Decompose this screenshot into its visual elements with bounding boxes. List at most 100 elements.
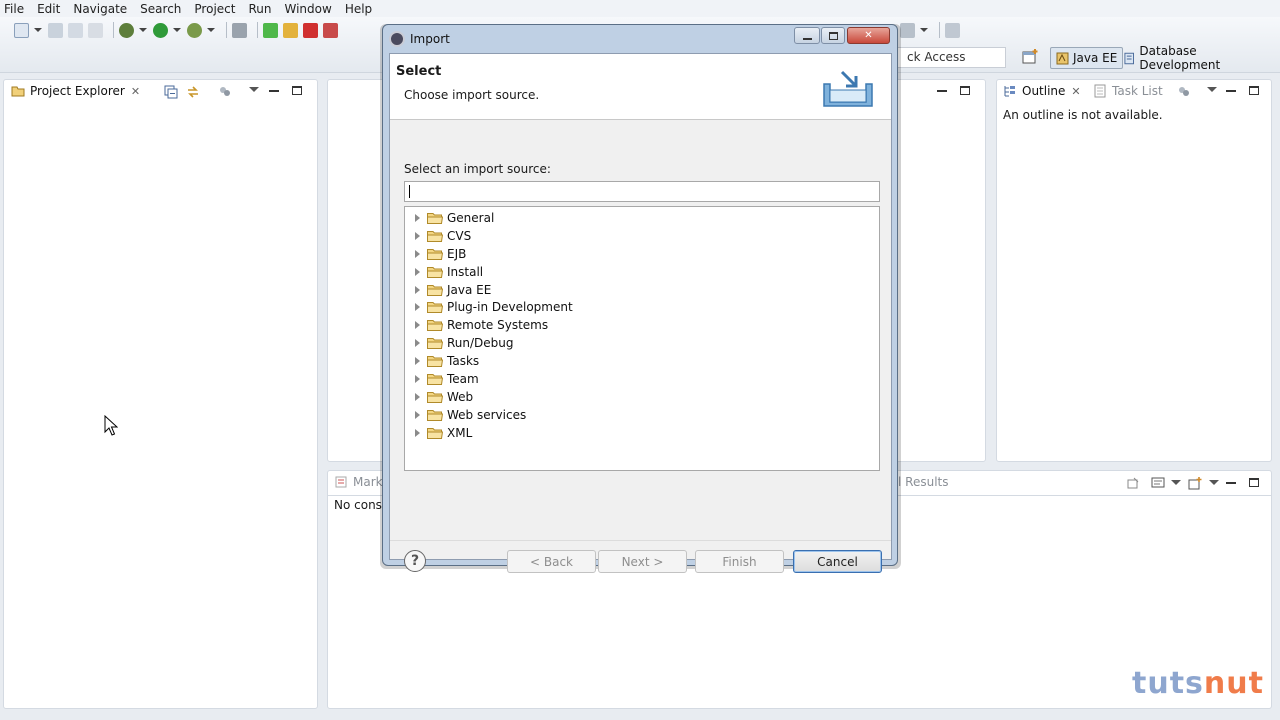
import-source-filter-input[interactable]: [404, 181, 880, 202]
maximize-icon[interactable]: [960, 86, 970, 95]
next-button[interactable]: Next >: [598, 550, 687, 573]
filter-icon[interactable]: [1177, 85, 1191, 99]
display-console-icon[interactable]: [1151, 476, 1165, 490]
folder-icon: [427, 212, 443, 224]
expand-arrow-icon[interactable]: [415, 249, 420, 258]
back-button[interactable]: < Back: [507, 550, 596, 573]
expand-arrow-icon[interactable]: [415, 392, 420, 401]
tab-search-results[interactable]: l Results: [898, 475, 948, 489]
run-dropdown-icon[interactable]: [173, 28, 181, 32]
run-icon[interactable]: [153, 22, 168, 38]
terminate-icon[interactable]: [303, 22, 318, 38]
wizard-page-title: Select: [396, 64, 442, 79]
minimize-icon[interactable]: [269, 90, 279, 92]
minimize-window-button[interactable]: [794, 27, 820, 44]
resume-icon[interactable]: [263, 22, 278, 38]
close-icon[interactable]: ✕: [131, 85, 140, 98]
menu-window[interactable]: Window: [284, 2, 331, 16]
suspend-icon[interactable]: [283, 22, 298, 38]
tree-item[interactable]: CVS: [405, 227, 879, 245]
tree-item[interactable]: EJB: [405, 245, 879, 263]
close-window-icon: ✕: [864, 30, 873, 41]
minimize-icon[interactable]: [1226, 482, 1236, 484]
menu-project[interactable]: Project: [194, 2, 235, 16]
expand-arrow-icon[interactable]: [415, 339, 420, 348]
menu-run[interactable]: Run: [248, 2, 271, 16]
navigate-icon[interactable]: [900, 22, 915, 38]
close-icon[interactable]: ✕: [1071, 85, 1080, 98]
cancel-button-label: Cancel: [817, 554, 858, 569]
expand-arrow-icon[interactable]: [415, 267, 420, 276]
tab-project-explorer[interactable]: Project Explorer ✕: [11, 84, 140, 98]
link-with-editor-icon[interactable]: [186, 85, 200, 99]
tree-item[interactable]: Java EE: [405, 281, 879, 299]
debug-dropdown-icon[interactable]: [139, 28, 147, 32]
cancel-button[interactable]: Cancel: [793, 550, 882, 573]
perspective-java-ee[interactable]: Java EE: [1050, 47, 1124, 69]
expand-arrow-icon[interactable]: [415, 321, 420, 330]
open-console-dropdown-icon[interactable]: [1209, 480, 1219, 485]
maximize-icon[interactable]: [292, 86, 302, 95]
tree-item[interactable]: XML: [405, 424, 879, 442]
external-tools-icon[interactable]: [187, 22, 202, 38]
wizard-page-description: Choose import source.: [404, 88, 540, 102]
pin-console-icon[interactable]: [1126, 476, 1140, 490]
menu-help[interactable]: Help: [345, 2, 372, 16]
new-icon[interactable]: [14, 22, 29, 38]
close-window-button[interactable]: ✕: [847, 27, 890, 44]
tab-task-list[interactable]: Task List: [1093, 84, 1163, 98]
expand-arrow-icon[interactable]: [415, 374, 420, 383]
skip-breakpoints-icon[interactable]: [232, 22, 247, 38]
expand-arrow-icon[interactable]: [415, 285, 420, 294]
expand-arrow-icon[interactable]: [415, 357, 420, 366]
save-icon[interactable]: [48, 22, 63, 38]
database-icon: [1124, 52, 1134, 64]
external-tools-dropdown-icon[interactable]: [207, 28, 215, 32]
tree-item[interactable]: Install: [405, 263, 879, 281]
import-source-tree[interactable]: General CVS EJB Install Java EE Plug-in Devel…: [404, 206, 880, 471]
open-console-icon[interactable]: [1188, 476, 1202, 490]
menu-file[interactable]: File: [4, 2, 24, 16]
filter-icon[interactable]: [218, 85, 232, 99]
tree-item[interactable]: Web: [405, 388, 879, 406]
debug-icon[interactable]: [119, 22, 134, 38]
tree-item[interactable]: General: [405, 209, 879, 227]
disconnect-icon[interactable]: [323, 22, 338, 38]
expand-arrow-icon[interactable]: [415, 231, 420, 240]
tree-item[interactable]: Web services: [405, 406, 879, 424]
collapse-all-icon[interactable]: [164, 85, 178, 99]
menu-edit[interactable]: Edit: [37, 2, 60, 16]
print-icon[interactable]: [88, 22, 103, 38]
perspective-java-ee-label: Java EE: [1073, 51, 1118, 65]
tree-item[interactable]: Run/Debug: [405, 334, 879, 352]
expand-arrow-icon[interactable]: [415, 213, 420, 222]
tab-outline[interactable]: Outline ✕: [1003, 84, 1081, 98]
tree-item[interactable]: Plug-in Development: [405, 298, 879, 316]
menu-navigate[interactable]: Navigate: [73, 2, 127, 16]
navigate-dropdown-icon[interactable]: [920, 28, 928, 32]
maximize-icon[interactable]: [1249, 86, 1259, 95]
minimize-icon[interactable]: [937, 90, 947, 92]
open-perspective-icon[interactable]: [1022, 48, 1040, 66]
help-button[interactable]: ?: [404, 550, 426, 572]
perspective-database-development[interactable]: Database Development: [1118, 44, 1280, 72]
expand-arrow-icon[interactable]: [415, 410, 420, 419]
tree-item[interactable]: Team: [405, 370, 879, 388]
finish-button[interactable]: Finish: [695, 550, 784, 573]
minimize-window-icon: [802, 37, 812, 40]
tree-item[interactable]: Remote Systems: [405, 316, 879, 334]
expand-arrow-icon[interactable]: [415, 428, 420, 437]
folder-icon: [427, 409, 443, 421]
menu-search[interactable]: Search: [140, 2, 181, 16]
pin-icon[interactable]: [945, 22, 960, 38]
expand-arrow-icon[interactable]: [415, 303, 420, 312]
tree-item[interactable]: Tasks: [405, 352, 879, 370]
maximize-window-button[interactable]: [821, 27, 845, 44]
new-dropdown-icon[interactable]: [34, 28, 42, 32]
display-console-dropdown-icon[interactable]: [1171, 480, 1181, 485]
minimize-icon[interactable]: [1226, 90, 1236, 92]
view-menu-icon[interactable]: [249, 87, 259, 92]
maximize-icon[interactable]: [1249, 478, 1259, 487]
save-all-icon[interactable]: [68, 22, 83, 38]
view-menu-icon[interactable]: [1207, 87, 1217, 92]
